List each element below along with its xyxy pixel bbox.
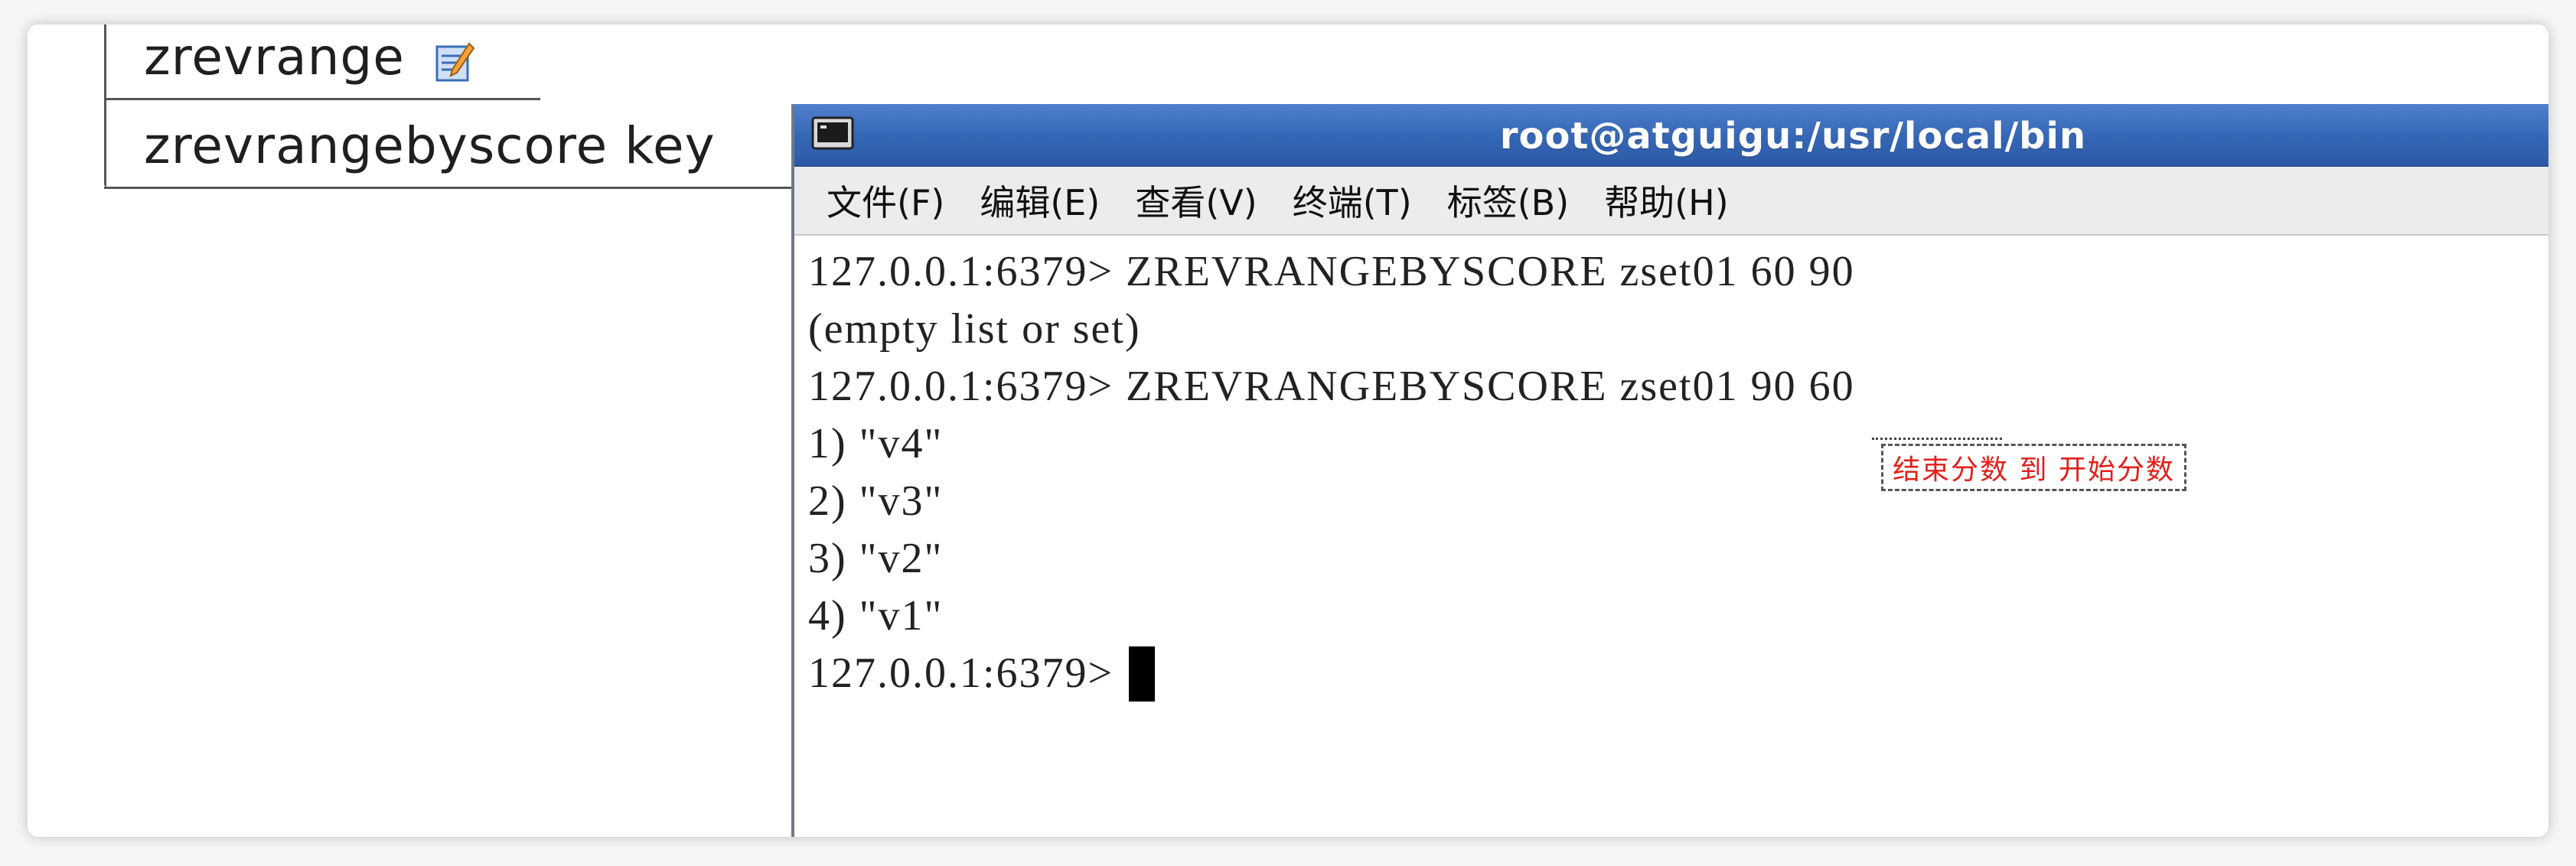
screenshot-card: zrevrange zrevrangebyscore key root@atgu… <box>28 24 2548 837</box>
menu-edit[interactable]: 编辑(E) <box>980 175 1100 226</box>
menu-tabs[interactable]: 标签(B) <box>1447 175 1569 226</box>
menu-view[interactable]: 查看(V) <box>1135 175 1257 226</box>
terminal-line: 1) "v4" <box>808 420 944 467</box>
terminal-prompt: 127.0.0.1:6379> <box>808 650 1127 697</box>
terminal-line: 4) "v1" <box>808 592 944 640</box>
menu-bar: 文件(F) 编辑(E) 查看(V) 终端(T) 标签(B) 帮助(H) <box>794 167 2548 236</box>
menu-help[interactable]: 帮助(H) <box>1604 175 1728 226</box>
terminal-line: 2) "v3" <box>808 477 944 525</box>
terminal-cursor <box>1129 646 1156 702</box>
terminal-line: 3) "v2" <box>808 535 944 582</box>
edit-note-icon[interactable] <box>435 37 475 82</box>
terminal-titlebar[interactable]: root@atguigu:/usr/local/bin <box>794 104 2548 167</box>
table-border-left <box>104 24 106 187</box>
command-name: zrevrange <box>144 28 405 86</box>
command-row-zrevrange: zrevrange <box>144 28 475 86</box>
annotation-underline <box>1872 438 2002 440</box>
command-notes-table: zrevrange zrevrangebyscore key <box>66 24 908 193</box>
annotation-label: 结束分数 到 开始分数 <box>1881 444 2186 491</box>
command-row-zrevrangebyscore: zrevrangebyscore key <box>144 116 716 175</box>
terminal-line: 127.0.0.1:6379> ZREVRANGEBYSCORE zset01 … <box>808 248 1855 295</box>
terminal-line: (empty list or set) <box>808 305 1141 353</box>
menu-terminal[interactable]: 终端(T) <box>1293 175 1412 226</box>
menu-file[interactable]: 文件(F) <box>827 175 944 226</box>
table-divider <box>104 98 540 100</box>
terminal-line: 127.0.0.1:6379> ZREVRANGEBYSCORE zset01 … <box>808 363 1855 410</box>
terminal-output[interactable]: 127.0.0.1:6379> ZREVRANGEBYSCORE zset01 … <box>794 236 2548 702</box>
terminal-prompt-line[interactable]: 127.0.0.1:6379> <box>808 645 2548 702</box>
window-title: root@atguigu:/usr/local/bin <box>1499 115 2087 158</box>
table-divider <box>104 187 869 189</box>
terminal-window[interactable]: root@atguigu:/usr/local/bin 文件(F) 编辑(E) … <box>791 104 2548 837</box>
